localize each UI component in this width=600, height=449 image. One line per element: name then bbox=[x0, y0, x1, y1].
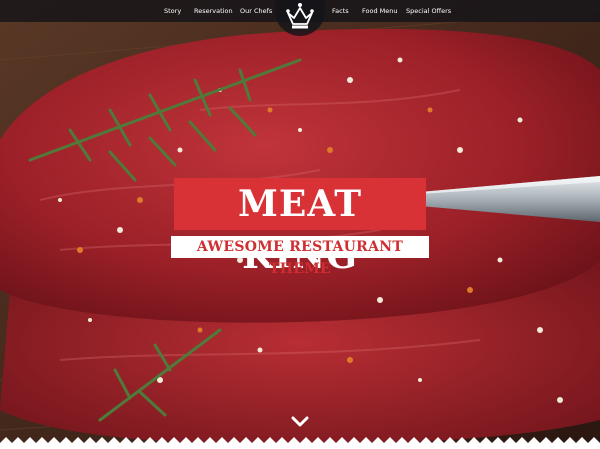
zigzag-divider bbox=[0, 437, 600, 449]
nav-item-reservation[interactable]: Reservation bbox=[194, 0, 233, 22]
nav-item-our-chefs[interactable]: Our Chefs bbox=[240, 0, 272, 22]
crown-icon bbox=[286, 3, 314, 29]
chevron-down-icon[interactable] bbox=[291, 416, 309, 428]
nav-item-facts[interactable]: Facts bbox=[332, 0, 349, 22]
nav-item-story[interactable]: Story bbox=[164, 0, 181, 22]
hero-subtitle: AWESOME RESTAURANT THEME bbox=[196, 239, 404, 277]
nav-item-special-offers[interactable]: Special Offers bbox=[406, 0, 451, 22]
hero-subtitle-box: AWESOME RESTAURANT THEME bbox=[171, 236, 429, 277]
nav-item-food-menu[interactable]: Food Menu bbox=[362, 0, 398, 22]
hero-title-box: MEAT KING bbox=[174, 178, 426, 277]
hero-title: MEAT KING bbox=[237, 183, 363, 277]
